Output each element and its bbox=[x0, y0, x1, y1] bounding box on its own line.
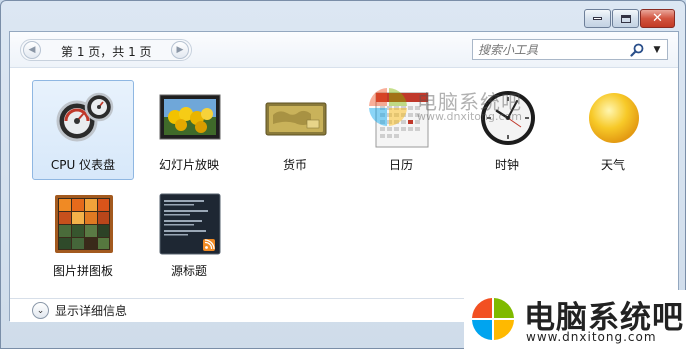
gadget-label: 时钟 bbox=[494, 158, 519, 172]
gadget-label: 图片拼图板 bbox=[52, 264, 113, 278]
show-details-label: 显示详细信息 bbox=[55, 304, 128, 318]
gadget-label: CPU 仪表盘 bbox=[50, 158, 116, 172]
gadget-tile-picture-puzzle[interactable]: 图片拼图板 bbox=[32, 186, 134, 286]
gadget-tile-weather[interactable]: 天气 bbox=[562, 80, 664, 180]
close-button[interactable]: ✕ bbox=[640, 9, 675, 28]
maximize-button[interactable] bbox=[612, 9, 639, 28]
gadget-grid: CPU 仪表盘 幻灯片放映 货币 日历 时钟 天气 图片拼图板 源标题 bbox=[10, 68, 678, 298]
gadget-tile-feed-headlines[interactable]: 源标题 bbox=[138, 186, 240, 286]
gadget-label: 源标题 bbox=[170, 264, 207, 278]
next-page-button[interactable]: ▶ bbox=[171, 41, 189, 59]
chevron-down-icon: ⌄ bbox=[32, 302, 49, 319]
feed-headlines-icon bbox=[159, 193, 221, 255]
pager: ◀ 第 1 页，共 1 页 ▶ bbox=[20, 39, 192, 61]
gadget-label: 日历 bbox=[388, 158, 413, 172]
close-icon: ✕ bbox=[652, 11, 663, 26]
watermark-overlay-large: 电脑系统吧 www.dnxitong.com bbox=[464, 290, 686, 349]
search-input[interactable] bbox=[473, 40, 623, 59]
chevron-left-icon: ◀ bbox=[28, 45, 36, 55]
gadget-tile-slideshow[interactable]: 幻灯片放映 bbox=[138, 80, 240, 180]
picture-puzzle-icon bbox=[55, 195, 113, 253]
toolbar: ◀ 第 1 页，共 1 页 ▶ ▼ bbox=[10, 32, 678, 68]
page-indicator: 第 1 页，共 1 页 bbox=[61, 45, 152, 59]
slideshow-icon bbox=[159, 94, 221, 140]
show-details-toggle[interactable]: ⌄ 显示详细信息 bbox=[32, 302, 127, 319]
cpu-meter-icon bbox=[56, 92, 114, 142]
search-box: ▼ bbox=[472, 39, 668, 60]
windows-logo-icon bbox=[472, 298, 514, 340]
search-dropdown-icon[interactable]: ▼ bbox=[651, 42, 663, 58]
watermark-overlay-small: 电脑系统吧 www.dnxitong.com bbox=[365, 86, 555, 126]
gadget-label: 幻灯片放映 bbox=[158, 158, 219, 172]
gadget-label: 天气 bbox=[600, 158, 625, 172]
maximize-icon bbox=[620, 14, 631, 23]
minimize-button[interactable] bbox=[584, 9, 611, 28]
watermark-large-url: www.dnxitong.com bbox=[526, 330, 657, 344]
gadget-tile-currency[interactable]: 货币 bbox=[244, 80, 346, 180]
windows-logo-icon bbox=[369, 88, 407, 126]
gallery-client-area: ◀ 第 1 页，共 1 页 ▶ ▼ bbox=[9, 31, 679, 322]
gadget-tile-cpu-meter[interactable]: CPU 仪表盘 bbox=[32, 80, 134, 180]
watermark-small-url: www.dnxitong.com bbox=[417, 110, 522, 123]
gadget-label: 货币 bbox=[282, 158, 307, 172]
previous-page-button[interactable]: ◀ bbox=[23, 41, 41, 59]
weather-sun-icon bbox=[589, 93, 639, 143]
minimize-icon bbox=[593, 17, 602, 20]
chevron-right-icon: ▶ bbox=[176, 45, 184, 55]
caption-buttons: ✕ bbox=[584, 9, 675, 28]
search-icon[interactable] bbox=[629, 42, 645, 58]
currency-card-icon bbox=[265, 102, 327, 136]
